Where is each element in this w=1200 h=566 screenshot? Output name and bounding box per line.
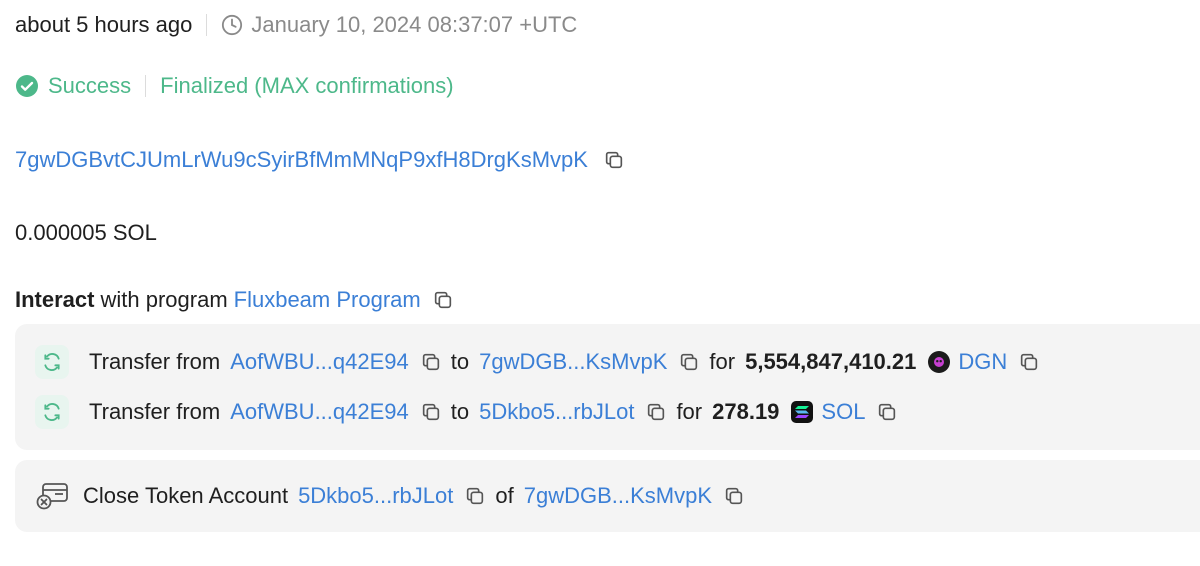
relative-time: about 5 hours ago: [15, 12, 193, 37]
copy-icon[interactable]: [602, 148, 626, 172]
close-account-icon: [35, 480, 71, 512]
interact-middle: with program: [100, 287, 228, 312]
refresh-arrows-icon: [35, 395, 69, 429]
transfer-action: Transfer from: [89, 399, 221, 424]
close-account-action: Close Token Account: [83, 483, 289, 508]
program-link[interactable]: Fluxbeam Program: [234, 287, 421, 313]
status-result: Success: [48, 73, 132, 98]
close-account-panel: Close Token Account 5Dkbo5...rbJLot of 7…: [15, 460, 1200, 532]
absolute-time: January 10, 2024 08:37:07 +UTC: [251, 12, 578, 37]
interact-label: Interact: [15, 287, 95, 312]
copy-icon[interactable]: [1017, 350, 1041, 374]
copy-icon[interactable]: [419, 400, 443, 424]
transfer-to-link[interactable]: 7gwDGB...KsMvpK: [479, 349, 667, 375]
transfer-action: Transfer from: [89, 349, 221, 374]
close-account-row: Close Token Account 5Dkbo5...rbJLot of 7…: [35, 480, 746, 512]
transfer-amount: 278.19: [712, 399, 780, 424]
refresh-arrows-icon: [35, 345, 69, 379]
transfers-panel: Transfer from AofWBU...q42E94 to 7gwDGB.…: [15, 324, 1200, 450]
closed-account-link[interactable]: 5Dkbo5...rbJLot: [298, 483, 453, 509]
dgn-token-icon: [928, 351, 951, 373]
copy-icon[interactable]: [722, 484, 746, 508]
to-word: to: [450, 399, 470, 424]
fee-row: 0.000005 SOL: [15, 220, 157, 246]
transfer-from-link[interactable]: AofWBU...q42E94: [230, 399, 409, 425]
token-link[interactable]: SOL: [821, 399, 865, 425]
to-word: to: [450, 349, 470, 374]
interact-row: Interact with program Fluxbeam Program: [15, 287, 455, 313]
copy-icon[interactable]: [875, 400, 899, 424]
owner-link[interactable]: 7gwDGB...KsMvpK: [524, 483, 712, 509]
copy-icon[interactable]: [644, 400, 668, 424]
status-confirmation: Finalized (MAX confirmations): [160, 73, 454, 98]
divider: [206, 14, 208, 36]
copy-icon[interactable]: [419, 350, 443, 374]
fee-value: 0.000005 SOL: [15, 220, 157, 245]
clock-icon: [221, 14, 243, 36]
status-row: Success Finalized (MAX confirmations): [15, 73, 454, 99]
copy-icon[interactable]: [463, 484, 487, 508]
signer-row: 7gwDGBvtCJUmLrWu9cSyirBfMmMNqP9xfH8DrgKs…: [15, 147, 626, 173]
transfer-row: Transfer from AofWBU...q42E94 to 7gwDGB.…: [35, 345, 1041, 379]
for-word: for: [709, 349, 736, 374]
timestamp-row: about 5 hours ago January 10, 2024 08:37…: [15, 12, 577, 38]
for-word: for: [676, 399, 703, 424]
sol-token-icon: [791, 401, 814, 423]
copy-icon[interactable]: [431, 288, 455, 312]
of-word: of: [495, 483, 514, 508]
check-circle-icon: [15, 74, 39, 98]
transfer-amount: 5,554,847,410.21: [745, 349, 917, 374]
divider: [145, 75, 147, 97]
token-link[interactable]: DGN: [958, 349, 1007, 375]
copy-icon[interactable]: [677, 350, 701, 374]
transfer-to-link[interactable]: 5Dkbo5...rbJLot: [479, 399, 634, 425]
signer-address-link[interactable]: 7gwDGBvtCJUmLrWu9cSyirBfMmMNqP9xfH8DrgKs…: [15, 147, 588, 173]
transfer-row: Transfer from AofWBU...q42E94 to 5Dkbo5.…: [35, 395, 899, 429]
transfer-from-link[interactable]: AofWBU...q42E94: [230, 349, 409, 375]
